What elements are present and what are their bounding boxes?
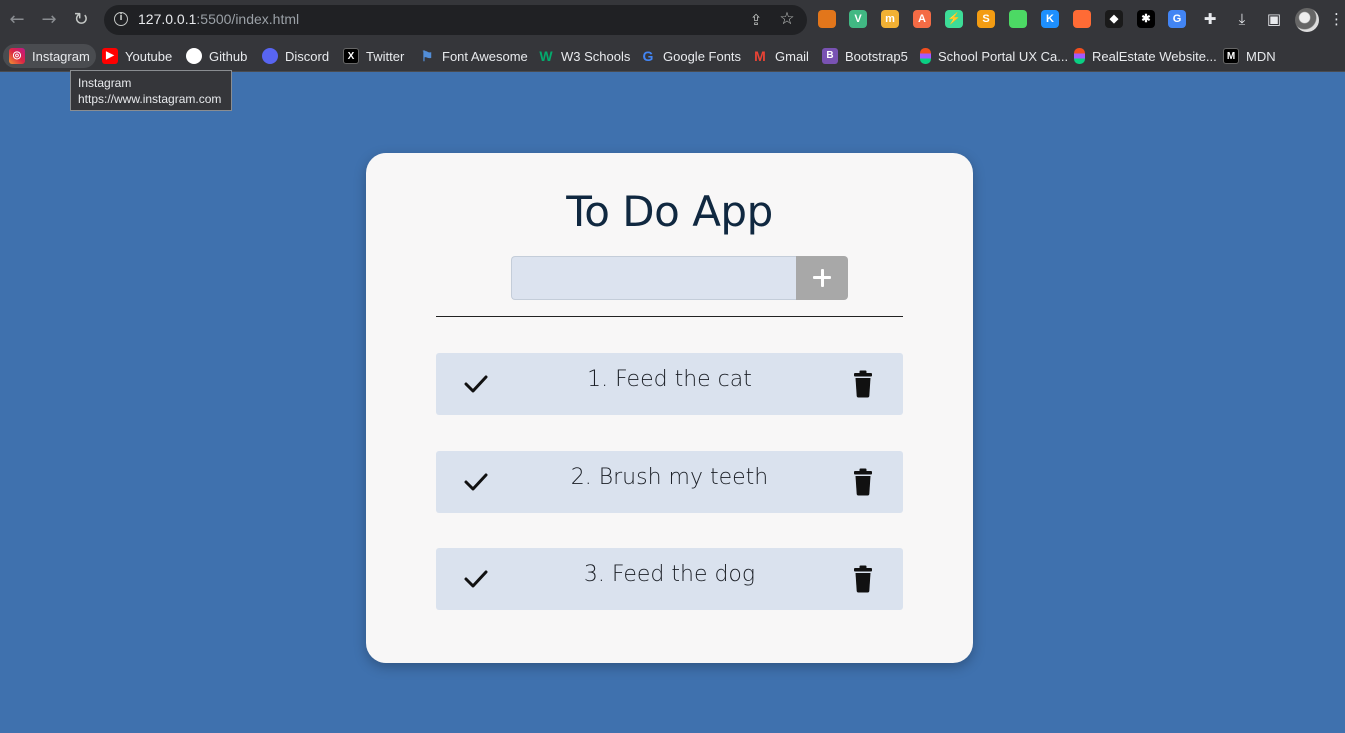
bookmark-label: Instagram [32,48,90,64]
bookmark-label: Twitter [366,48,405,64]
more-menu-icon[interactable]: ⋮ [1329,9,1344,29]
site-info-icon[interactable]: i [114,12,128,26]
url-host: 127.0.0.1 [138,11,197,27]
bookmark-w3-schools[interactable]: W W3 Schools [532,44,636,68]
todo-card: To Do App 1. Feed the cat 2. Brush my tee… [366,153,973,663]
instagram-icon: ◎ [9,48,25,64]
extension-diamond-icon[interactable]: ◆ [1105,10,1123,28]
youtube-icon: ▶ [102,48,118,64]
address-url[interactable]: 127.0.0.1:5500/index.html [138,11,299,27]
github-icon [186,48,202,64]
bookmark-discord[interactable]: Discord [256,44,335,68]
divider [436,316,903,317]
x-icon: X [343,48,359,64]
w3schools-icon: W [539,48,553,64]
bookmark-label: Discord [285,48,330,64]
bookmark-label: RealEstate Website... [1092,48,1217,64]
bookmark-mdn[interactable]: M MDN [1217,44,1282,68]
metamask-icon[interactable] [818,10,836,28]
todo-item: 3. Feed the dog [436,548,903,610]
bookmark-tooltip: Instagram https://www.instagram.com [70,70,232,111]
back-arrow-icon[interactable]: ← [5,8,29,32]
vue-devtools-icon[interactable]: V [849,10,867,28]
bookmark-youtube[interactable]: ▶ Youtube [96,44,178,68]
page-title: To Do App [566,187,773,236]
bookmark-label: Font Awesome [442,48,528,64]
google-fonts-icon: G [642,48,654,64]
flag-icon: ⚑ [420,48,434,64]
check-icon[interactable] [462,371,490,397]
profile-avatar[interactable] [1295,8,1319,32]
todo-text: 1. Feed the cat [587,367,752,392]
bookmark-label: School Portal UX Ca... [938,48,1069,64]
bookmark-font-awesome[interactable]: ⚑ Font Awesome [413,44,534,68]
extension-x-icon[interactable]: ✱ [1137,10,1155,28]
add-task-button[interactable] [796,256,848,300]
download-icon[interactable]: ⤓ [1232,9,1252,29]
figma-icon [1074,48,1085,64]
share-icon[interactable]: ⇪ [746,10,766,30]
bookmark-star-icon[interactable]: ☆ [777,9,797,29]
todo-text: 2. Brush my teeth [570,465,769,490]
bookmark-github[interactable]: Github [180,44,253,68]
forward-arrow-icon[interactable]: → [37,8,61,32]
bootstrap-icon: B [822,48,838,64]
side-panel-icon[interactable]: ▣ [1264,9,1284,29]
trash-icon[interactable] [850,370,876,398]
todo-item: 2. Brush my teeth [436,451,903,513]
address-bar[interactable]: i 127.0.0.1:5500/index.html ⇪ ☆ [104,5,807,35]
google-translate-icon[interactable]: G [1168,10,1186,28]
mdn-icon: M [1223,48,1239,64]
bookmark-google-fonts[interactable]: G Google Fonts [634,44,747,68]
bookmark-label: Youtube [125,48,173,64]
todo-item: 1. Feed the cat [436,353,903,415]
bookmark-label: W3 Schools [561,48,631,64]
browser-toolbar: ← → ↻ i 127.0.0.1:5500/index.html ⇪ ☆ Vm… [0,0,1345,40]
bookmark-label: Bootstrap5 [845,48,908,64]
bookmark-label: MDN [1246,48,1276,64]
bookmark-gmail[interactable]: M Gmail [746,44,815,68]
bookmark-label: Github [209,48,248,64]
task-input[interactable] [511,256,797,300]
bookmarks-bar: ◎ Instagram ▶ Youtube Github Discord X Twitter ⚑… [0,40,1345,72]
discord-icon [262,48,278,64]
figma-icon [920,48,931,64]
trash-icon[interactable] [850,468,876,496]
extension-fox-icon[interactable] [1073,10,1091,28]
bookmark-label: Gmail [775,48,809,64]
bookmark-label: Google Fonts [663,48,742,64]
check-icon[interactable] [462,566,490,592]
extension-a-icon[interactable]: A [913,10,931,28]
trash-icon[interactable] [850,565,876,593]
extension-k-icon[interactable]: K [1041,10,1059,28]
extension-s-icon[interactable]: S [977,10,995,28]
url-path: :5500/index.html [196,11,300,27]
tooltip-title: Instagram [78,76,132,90]
extensions-puzzle-icon[interactable]: ✚ [1200,9,1220,29]
bookmark-bootstrap5[interactable]: B Bootstrap5 [816,44,914,68]
gmail-icon: M [754,48,766,64]
bookmark-school-portal[interactable]: School Portal UX Ca... [914,44,1074,68]
reload-icon[interactable]: ↻ [69,8,93,32]
bookmark-realestate[interactable]: RealEstate Website... [1068,44,1223,68]
bookmark-instagram[interactable]: ◎ Instagram [3,44,96,68]
check-icon[interactable] [462,469,490,495]
extension-yellow-icon[interactable]: m [881,10,899,28]
tooltip-url: https://www.instagram.com [78,92,222,106]
todo-text: 3. Feed the dog [583,562,756,587]
bookmark-twitter[interactable]: X Twitter [337,44,410,68]
extension-frog-icon[interactable] [1009,10,1027,28]
extension-bolt-icon[interactable]: ⚡ [945,10,963,28]
